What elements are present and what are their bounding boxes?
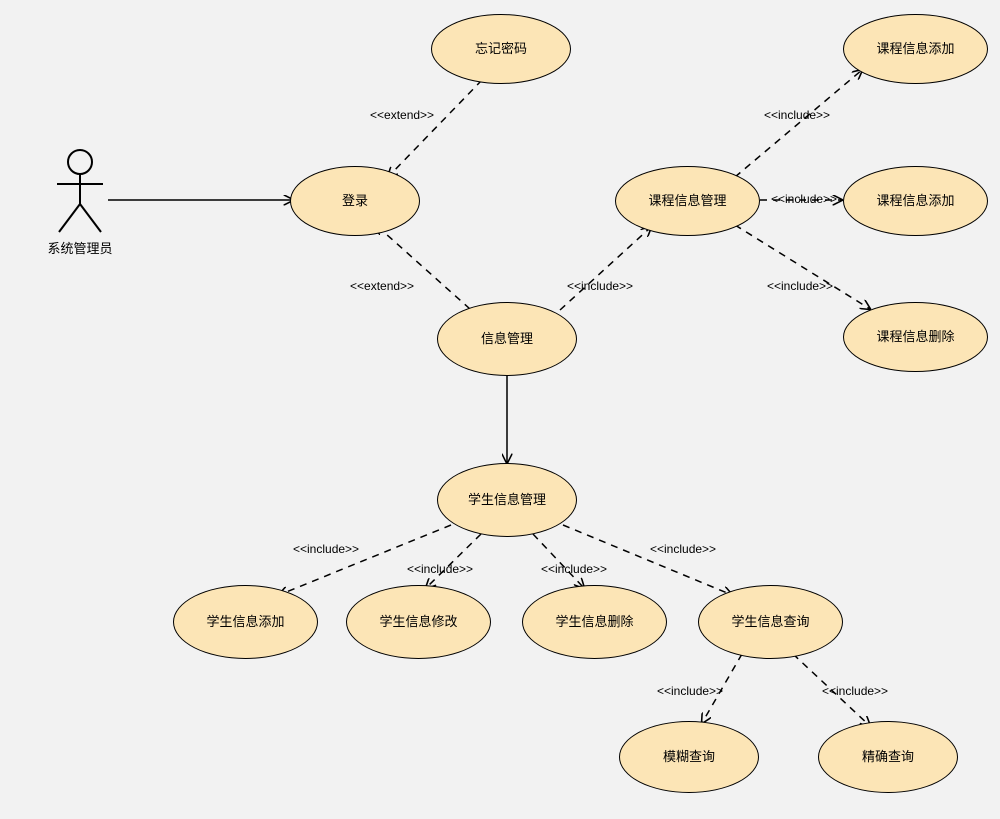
use-case-diagram: 系统管理员 忘记密码 登录 课程信息管理 课程信息添加 课程信息添加 课程信息删… bbox=[0, 0, 1000, 819]
usecase-student-mod: 学生信息修改 bbox=[346, 585, 491, 659]
usecase-student-query: 学生信息查询 bbox=[698, 585, 843, 659]
edge-stu-mod bbox=[426, 534, 481, 588]
edge-stu-del bbox=[533, 534, 584, 588]
label-include: <<include>> bbox=[657, 684, 723, 698]
edge-info-course bbox=[560, 227, 651, 310]
edge-course-addtop bbox=[735, 70, 862, 177]
label-extend: <<extend>> bbox=[350, 279, 414, 293]
label-include: <<include>> bbox=[407, 562, 473, 576]
label-include: <<include>> bbox=[541, 562, 607, 576]
usecase-fuzzy-query: 模糊查询 bbox=[619, 721, 759, 793]
usecase-info-mgmt: 信息管理 bbox=[437, 302, 577, 376]
edge-course-del bbox=[735, 225, 870, 309]
usecase-student-mgmt: 学生信息管理 bbox=[437, 463, 577, 537]
label-include: <<include>> bbox=[293, 542, 359, 556]
actor-label: 系统管理员 bbox=[40, 238, 120, 257]
label-include: <<include>> bbox=[771, 192, 837, 206]
usecase-exact-query: 精确查询 bbox=[818, 721, 958, 793]
usecase-student-del: 学生信息删除 bbox=[522, 585, 667, 659]
actor-system-admin: 系统管理员 bbox=[40, 148, 120, 257]
label-include: <<include>> bbox=[650, 542, 716, 556]
label-include: <<include>> bbox=[767, 279, 833, 293]
usecase-course-add-mid: 课程信息添加 bbox=[843, 166, 988, 236]
label-extend: <<extend>> bbox=[370, 108, 434, 122]
edge-info-login bbox=[376, 225, 470, 309]
usecase-student-add: 学生信息添加 bbox=[173, 585, 318, 659]
usecase-course-add-top: 课程信息添加 bbox=[843, 14, 988, 84]
label-include: <<include>> bbox=[764, 108, 830, 122]
label-include: <<include>> bbox=[822, 684, 888, 698]
usecase-course-del: 课程信息删除 bbox=[843, 302, 988, 372]
edge-forgot-login bbox=[388, 80, 482, 177]
usecase-forgot-password: 忘记密码 bbox=[431, 14, 571, 84]
actor-icon bbox=[53, 148, 107, 234]
usecase-course-mgmt: 课程信息管理 bbox=[615, 166, 760, 236]
label-include: <<include>> bbox=[567, 279, 633, 293]
usecase-login: 登录 bbox=[290, 166, 420, 236]
